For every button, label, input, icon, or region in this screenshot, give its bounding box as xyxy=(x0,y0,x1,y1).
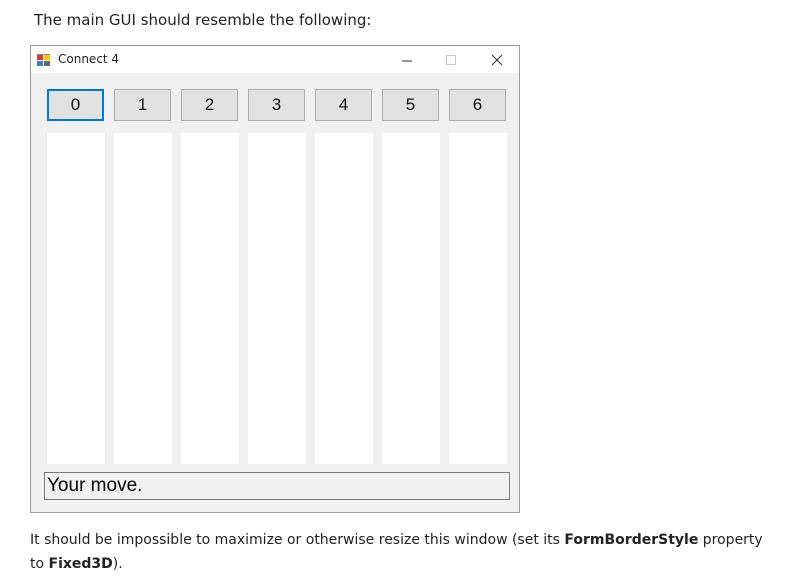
minimize-button[interactable] xyxy=(385,46,429,73)
maximize-icon xyxy=(446,54,456,65)
connect4-window: Connect 4 0 1 2 3 4 5 6 Your move. xyxy=(30,45,520,513)
board-column-0 xyxy=(47,133,105,464)
close-button[interactable] xyxy=(475,46,519,73)
column-button-0[interactable]: 0 xyxy=(47,89,104,121)
board-column-5 xyxy=(382,133,440,464)
status-label: Your move. xyxy=(44,472,510,500)
column-button-1[interactable]: 1 xyxy=(114,89,171,121)
window-title: Connect 4 xyxy=(58,52,120,66)
outro-text: It should be impossible to maximize or o… xyxy=(30,528,775,576)
property-value: Fixed3D xyxy=(48,556,113,572)
board-column-3 xyxy=(248,133,306,464)
property-name: FormBorderStyle xyxy=(564,532,699,548)
column-button-5[interactable]: 5 xyxy=(382,89,439,121)
column-button-3[interactable]: 3 xyxy=(248,89,305,121)
minimize-icon xyxy=(402,60,412,61)
close-icon xyxy=(491,54,503,65)
intro-text: The main GUI should resemble the followi… xyxy=(34,11,372,29)
board-column-4 xyxy=(315,133,373,464)
board-column-6 xyxy=(449,133,507,464)
board-column-1 xyxy=(114,133,172,464)
outro-part1: It should be impossible to maximize or o… xyxy=(30,532,565,548)
title-bar: Connect 4 xyxy=(31,46,519,73)
maximize-button[interactable] xyxy=(429,46,473,73)
column-button-4[interactable]: 4 xyxy=(315,89,372,121)
column-button-2[interactable]: 2 xyxy=(181,89,238,121)
app-icon xyxy=(37,54,50,66)
outro-part3: ). xyxy=(112,556,123,572)
column-button-6[interactable]: 6 xyxy=(449,89,506,121)
board-column-2 xyxy=(181,133,239,464)
